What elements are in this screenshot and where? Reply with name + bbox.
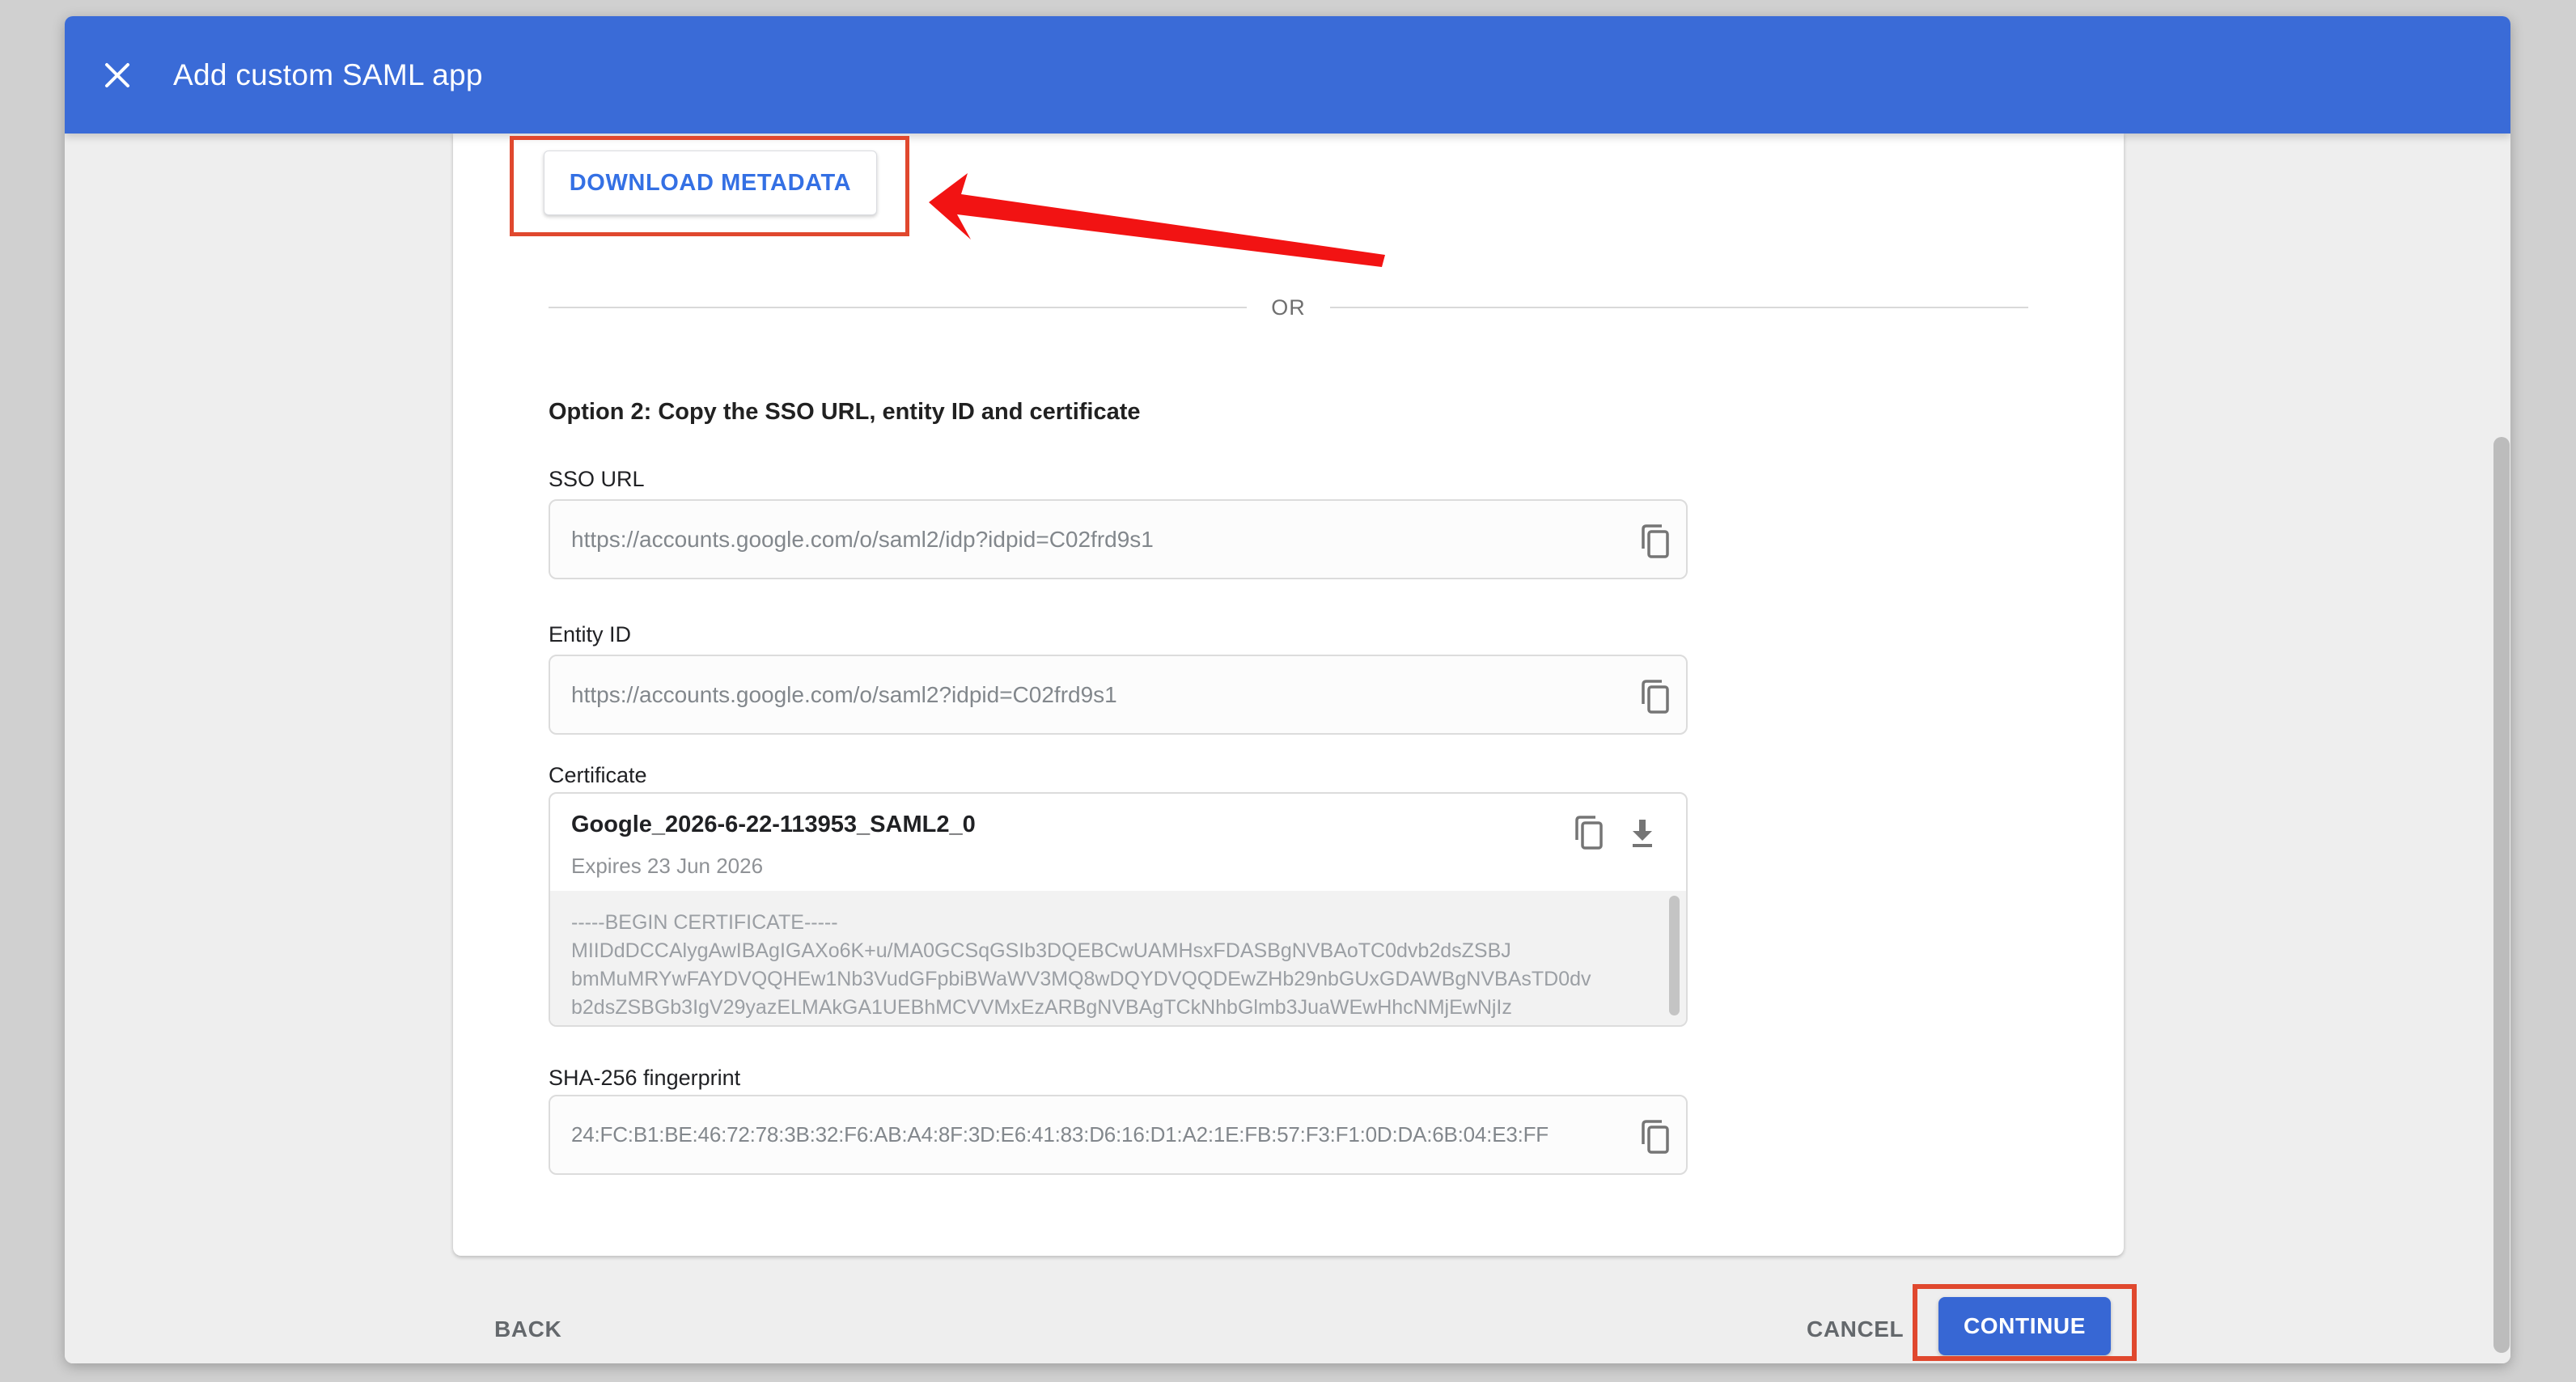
certificate-label: Certificate <box>549 763 647 788</box>
copy-icon <box>1640 1118 1671 1155</box>
dialog-title: Add custom SAML app <box>173 58 483 92</box>
certificate-pem-text[interactable]: -----BEGIN CERTIFICATE----- MIIDdDCCAlyg… <box>550 891 1686 1025</box>
divider-line-left <box>549 307 1247 308</box>
sso-url-field: https://accounts.google.com/o/saml2/idp?… <box>549 499 1688 579</box>
fingerprint-label: SHA-256 fingerprint <box>549 1066 740 1091</box>
divider-line-right <box>1330 307 2028 308</box>
dialog-body: DOWNLOAD METADATA OR Option 2: Copy the … <box>65 134 2510 1363</box>
copy-icon <box>1574 814 1604 851</box>
certificate-name: Google_2026-6-22-113953_SAML2_0 <box>571 812 976 838</box>
close-button[interactable] <box>104 61 131 89</box>
certificate-copy-button[interactable] <box>1571 813 1607 852</box>
fingerprint-value: 24:FC:B1:BE:46:72:78:3B:32:F6:AB:A4:8F:3… <box>571 1096 1549 1173</box>
page: { "header": { "title": "Add custom SAML … <box>0 0 2576 1382</box>
or-divider: OR <box>549 295 2028 320</box>
content-card: DOWNLOAD METADATA OR Option 2: Copy the … <box>453 134 2124 1256</box>
certificate-pem-line: MIIDdDCCAlygAwIBAgIGAXo6K+u/MA0GCSqGSIb3… <box>571 937 1686 965</box>
copy-icon <box>1640 678 1671 715</box>
annotation-arrow-icon <box>914 170 1400 283</box>
certificate-card: Google_2026-6-22-113953_SAML2_0 Expires … <box>549 792 1688 1027</box>
download-metadata-label: DOWNLOAD METADATA <box>570 170 851 197</box>
certificate-pem-line: -----BEGIN CERTIFICATE----- <box>571 909 1686 937</box>
fingerprint-field: 24:FC:B1:BE:46:72:78:3B:32:F6:AB:A4:8F:3… <box>549 1095 1688 1175</box>
certificate-expiry: Expires 23 Jun 2026 <box>571 854 763 879</box>
add-custom-saml-app-dialog: Add custom SAML app DOWNLOAD METADATA OR… <box>65 16 2510 1363</box>
option2-heading: Option 2: Copy the SSO URL, entity ID an… <box>549 399 1141 426</box>
entity-id-value: https://accounts.google.com/o/saml2?idpi… <box>571 656 1117 733</box>
divider-or-label: OR <box>1271 295 1306 320</box>
copy-icon <box>1640 523 1671 560</box>
certificate-scrollbar[interactable] <box>1669 896 1680 1015</box>
continue-button[interactable]: CONTINUE <box>1938 1297 2111 1355</box>
certificate-pem-line: b2dsZSBGb3IgV29yazELMAkGA1UEBhMCVVMxEzAR… <box>571 994 1686 1022</box>
back-button[interactable]: BACK <box>494 1316 561 1342</box>
certificate-download-button[interactable] <box>1626 815 1659 852</box>
entity-id-label: Entity ID <box>549 622 631 647</box>
dialog-scrollbar[interactable] <box>2493 437 2510 1353</box>
entity-id-copy-button[interactable] <box>1638 677 1673 716</box>
fingerprint-copy-button[interactable] <box>1638 1117 1673 1156</box>
download-metadata-button[interactable]: DOWNLOAD METADATA <box>544 150 877 215</box>
sso-url-value: https://accounts.google.com/o/saml2/idp?… <box>571 501 1154 578</box>
certificate-pem-line: bmMuMRYwFAYDVQQHEw1Nb3VudGFpbiBWaWV3MQ8w… <box>571 965 1686 994</box>
download-icon <box>1628 816 1657 850</box>
dialog-header: Add custom SAML app <box>65 16 2510 134</box>
sso-url-copy-button[interactable] <box>1638 522 1673 561</box>
close-icon <box>104 61 131 89</box>
cancel-button[interactable]: CANCEL <box>1807 1316 1904 1342</box>
continue-label: CONTINUE <box>1964 1313 2086 1339</box>
entity-id-field: https://accounts.google.com/o/saml2?idpi… <box>549 655 1688 735</box>
sso-url-label: SSO URL <box>549 467 645 492</box>
